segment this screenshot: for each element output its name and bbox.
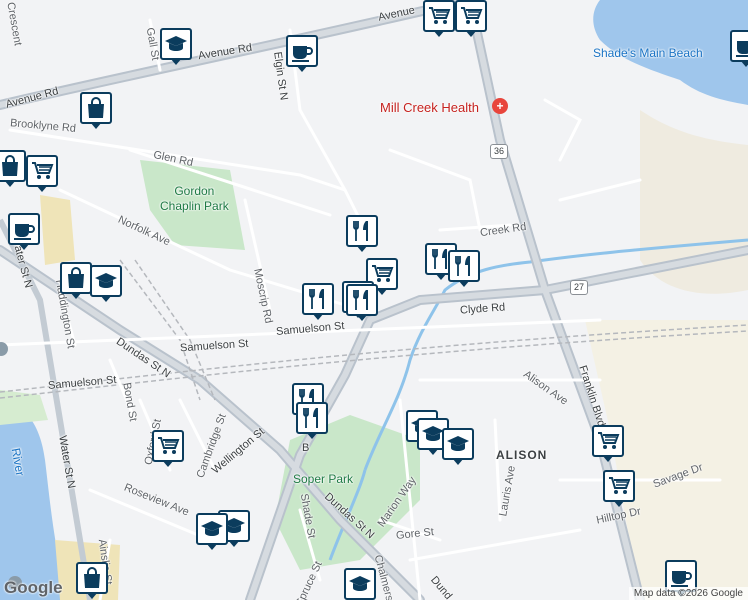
beach-label: Shade's Main Beach (593, 46, 703, 60)
pin-pointer (458, 280, 470, 287)
pin-pointer (18, 243, 30, 250)
pin-restaurant-8[interactable] (296, 402, 332, 442)
pin-pointer (100, 295, 112, 302)
pin-school-haddington[interactable] (90, 265, 126, 305)
park-label: Gordon Chaplin Park (160, 184, 229, 213)
pin-pointer (206, 543, 218, 550)
pin-cafe-left[interactable] (8, 213, 44, 253)
neighborhood-label: ALISON (496, 448, 548, 462)
pin-grocery-franklin-1[interactable] (592, 425, 628, 465)
restaurant-icon (346, 215, 378, 247)
pin-pointer (90, 122, 102, 129)
route-shield: 27 (570, 280, 589, 295)
restaurant-icon (302, 283, 334, 315)
pin-restaurant-6[interactable] (448, 250, 484, 290)
map-canvas[interactable]: Avenue Avenue Rd Avenue Rd Gall St Cresc… (0, 0, 748, 600)
route-shield: 36 (490, 144, 509, 159)
shopping-bag-icon (80, 92, 112, 124)
school-icon (160, 28, 192, 60)
pin-pointer (312, 313, 324, 320)
coffee-cup-icon (8, 213, 40, 245)
pin-school-gall[interactable] (160, 28, 196, 68)
pin-cafe-beach[interactable] (730, 30, 748, 70)
school-icon (344, 568, 376, 600)
pin-pointer (433, 30, 445, 37)
pin-grocery-franklin-2[interactable] (603, 470, 639, 510)
pin-pointer (427, 448, 439, 455)
pin-grocery-top-2[interactable] (455, 0, 491, 40)
hospital-icon[interactable]: + (492, 98, 508, 114)
shopping-bag-icon (76, 562, 108, 594)
pin-pointer (356, 245, 368, 252)
pin-school-bottom[interactable] (344, 568, 380, 600)
school-icon (196, 513, 228, 545)
pin-pointer (435, 273, 447, 280)
restaurant-icon (346, 284, 378, 316)
pin-pointer (70, 292, 82, 299)
coffee-cup-icon (730, 30, 748, 62)
grocery-cart-icon (423, 0, 455, 32)
pin-pointer (740, 60, 748, 67)
restaurant-icon (296, 402, 328, 434)
pin-pointer (452, 458, 464, 465)
pin-pointer (602, 455, 614, 462)
pin-pointer (296, 65, 308, 72)
pin-shopping-bottom[interactable] (76, 562, 112, 600)
grocery-cart-icon (603, 470, 635, 502)
pin-pointer (4, 180, 16, 187)
grocery-cart-icon (26, 155, 58, 187)
pin-grocery-top-1[interactable] (423, 0, 459, 40)
school-icon (90, 265, 122, 297)
shopping-bag-icon (60, 262, 92, 294)
pin-grocery-left[interactable] (26, 155, 62, 195)
pin-restaurant-2[interactable] (302, 283, 338, 323)
pin-pointer (36, 185, 48, 192)
pin-pointer (306, 432, 318, 439)
school-icon (442, 428, 474, 460)
street-label: B (302, 442, 310, 454)
pin-restaurant-4[interactable] (346, 284, 382, 324)
pin-cafe-elgin[interactable] (286, 35, 322, 75)
pin-school-3[interactable] (442, 428, 478, 468)
pin-pointer (613, 500, 625, 507)
pin-school-5[interactable] (196, 513, 232, 553)
grocery-cart-icon (455, 0, 487, 32)
google-logo: Google (4, 578, 63, 597)
map-attribution[interactable]: Map data ©2026 Google (628, 587, 748, 600)
pin-grocery-oxford[interactable] (152, 430, 188, 470)
pin-restaurant-1[interactable] (346, 215, 382, 255)
pin-pointer (162, 460, 174, 467)
park-label: Soper Park (293, 472, 354, 486)
hospital-label: Mill Creek Health (380, 100, 479, 115)
pin-pointer (356, 314, 368, 321)
pin-pointer (170, 58, 182, 65)
pin-pointer (86, 592, 98, 599)
coffee-cup-icon (286, 35, 318, 67)
pin-shopping-brooklyne[interactable] (80, 92, 116, 132)
pin-shopping-left[interactable] (0, 150, 30, 190)
grocery-cart-icon (152, 430, 184, 462)
pin-pointer (465, 30, 477, 37)
grocery-cart-icon (592, 425, 624, 457)
restaurant-icon (448, 250, 480, 282)
shopping-bag-icon (0, 150, 26, 182)
